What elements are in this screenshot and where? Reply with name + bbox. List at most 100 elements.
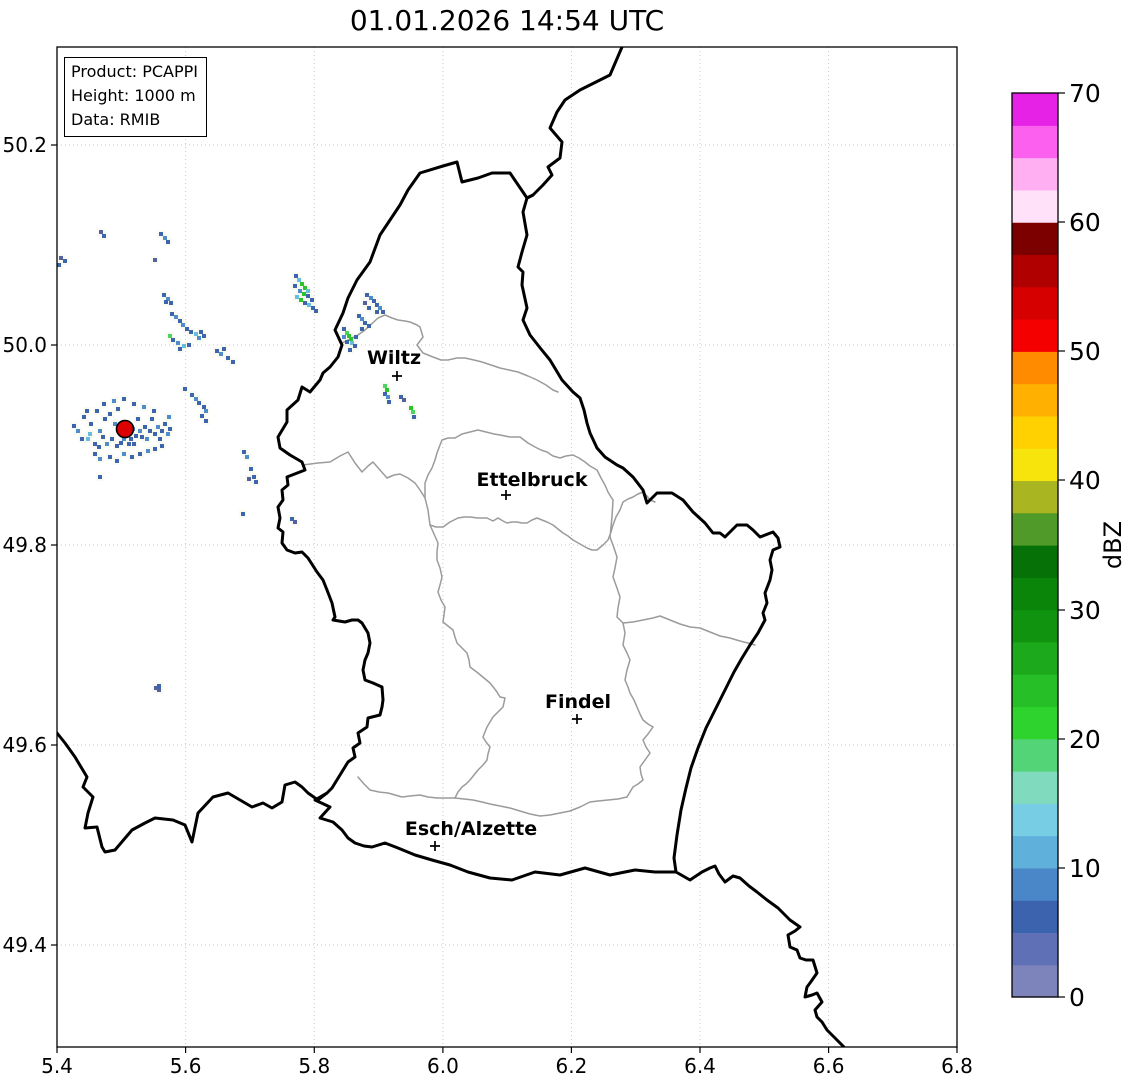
radar-echo-pixel	[157, 688, 161, 692]
radar-echo-pixel	[108, 455, 112, 459]
radar-echo-pixel	[360, 327, 364, 331]
radar-echo-pixel	[102, 402, 106, 406]
colorbar-segment	[1012, 222, 1058, 256]
grid-layer	[56, 47, 958, 1047]
radar-echo-pixel	[150, 417, 154, 421]
radar-echo-pixel	[354, 335, 358, 339]
colorbar-segment	[1012, 867, 1058, 901]
radar-echo-pixel	[162, 293, 166, 297]
radar-echo-pixel	[200, 414, 204, 418]
radar-echo-pixel	[295, 295, 299, 299]
radar-echo-pixel	[167, 415, 171, 419]
radar-echo-pixel	[170, 312, 174, 316]
radar-echo-pixel	[383, 384, 387, 388]
colorbar-segment	[1012, 448, 1058, 482]
radar-echo-pixel	[159, 232, 163, 236]
radar-echo-pixel	[160, 429, 164, 433]
radar-echo-pixel	[132, 402, 136, 406]
radar-echo-pixel	[98, 475, 102, 479]
radar-echo-pixel	[97, 445, 101, 449]
radar-echo-pixel	[226, 356, 230, 360]
axis-layer: 5.4 5.6 5.8 6.0 6.2 6.4 6.6 6.8 50.2 50.0 49.8 49.6…	[2, 133, 972, 1078]
radar-echo-pixel	[95, 409, 99, 413]
radar-echo-pixel	[134, 434, 138, 438]
y-tick-label: 49.8	[2, 533, 47, 557]
radar-echo-pixel	[98, 429, 102, 433]
radar-echo-pixel	[185, 327, 189, 331]
colorbar-tick-label: 20	[1069, 725, 1101, 754]
radar-echo-pixel	[163, 236, 167, 240]
city-layer: Wiltz Ettelbruck Findel Esch/Alzette	[367, 347, 611, 851]
colorbar-segment	[1012, 157, 1058, 191]
radar-echo-pixel	[153, 258, 157, 262]
radar-echo-pixel	[204, 409, 208, 413]
radar-echo-pixel	[385, 388, 389, 392]
radar-echo-pixel	[169, 301, 173, 305]
x-tick-label: 6.6	[813, 1054, 845, 1078]
radar-echo-pixel	[182, 344, 186, 348]
city-marker	[430, 841, 440, 851]
radar-echo-pixel	[115, 459, 119, 463]
radar-echo-pixel	[183, 387, 187, 391]
radar-echo-pixel	[298, 289, 302, 293]
colorbar-segment	[1012, 125, 1058, 159]
radar-echo-pixel	[202, 334, 206, 338]
radar-echo-pixel	[178, 347, 182, 351]
radar-echo-pixel	[103, 417, 107, 421]
radar-echo-pixel	[168, 427, 172, 431]
radar-echo-pixel	[153, 447, 157, 451]
colorbar-tick-label: 40	[1069, 466, 1101, 495]
radar-echo-pixel	[194, 332, 198, 336]
radar-plot-canvas: WiltzEttelbruckFindelEsch/Alzette5.4 5.6 5…	[2, 46, 1127, 1078]
canton-border	[429, 524, 506, 799]
colorbar-segment	[1012, 674, 1058, 708]
city-label: Wiltz	[367, 347, 421, 369]
radar-echo-pixel	[158, 437, 162, 441]
radar-echo-pixel	[145, 437, 149, 441]
radar-echo-pixel	[59, 256, 63, 260]
radar-echo-pixel	[153, 432, 157, 436]
y-tick-label: 50.0	[2, 333, 47, 357]
colorbar-segment	[1012, 254, 1058, 288]
canton-border	[454, 796, 628, 817]
radar-echo-pixel	[72, 424, 76, 428]
radar-echo-pixel	[252, 475, 256, 479]
x-tick-label: 6.4	[684, 1054, 716, 1078]
radar-echo-pixel	[63, 259, 67, 263]
radar-echo-pixel	[142, 405, 146, 409]
radar-echo-pixel	[93, 442, 97, 446]
radar-echo-pixel	[247, 477, 251, 481]
radar-echo-pixel	[222, 347, 226, 351]
radar-echo-pixel	[122, 397, 126, 401]
radar-echo-pixel	[132, 442, 136, 446]
radar-echo-pixel	[303, 301, 307, 305]
radar-site-marker	[115, 419, 135, 439]
x-tick-label: 6.8	[941, 1054, 973, 1078]
radar-echo-pixel	[105, 442, 109, 446]
canton-border	[357, 776, 456, 799]
radar-echo-pixel	[160, 444, 164, 448]
radar-echo-pixel	[249, 467, 253, 471]
radar-echo-pixel	[85, 409, 89, 413]
canton-border	[302, 451, 656, 551]
radar-echo-pixel	[197, 401, 201, 405]
radar-echo-pixel	[387, 400, 391, 404]
radar-echo-pixel	[365, 293, 369, 297]
city-label: Ettelbruck	[477, 469, 588, 491]
colorbar-segment	[1012, 964, 1058, 998]
radar-echo-pixel	[367, 306, 371, 310]
radar-echo-pixel	[402, 398, 406, 402]
radar-echo-pixel	[88, 432, 92, 436]
radar-echo-pixel	[108, 412, 112, 416]
radar-echo-pixel	[130, 455, 134, 459]
canton-border	[622, 615, 756, 646]
radar-echo-pixel	[129, 437, 133, 441]
radar-echo-pixel	[300, 282, 304, 286]
city-marker	[392, 371, 402, 381]
radar-echo-pixel	[349, 337, 353, 341]
city-label: Esch/Alzette	[405, 818, 537, 840]
radar-echo-pixel	[190, 393, 194, 397]
radar-echo-pixel	[101, 435, 105, 439]
x-tick-label: 5.6	[170, 1054, 202, 1078]
radar-echo-pixel	[146, 449, 150, 453]
